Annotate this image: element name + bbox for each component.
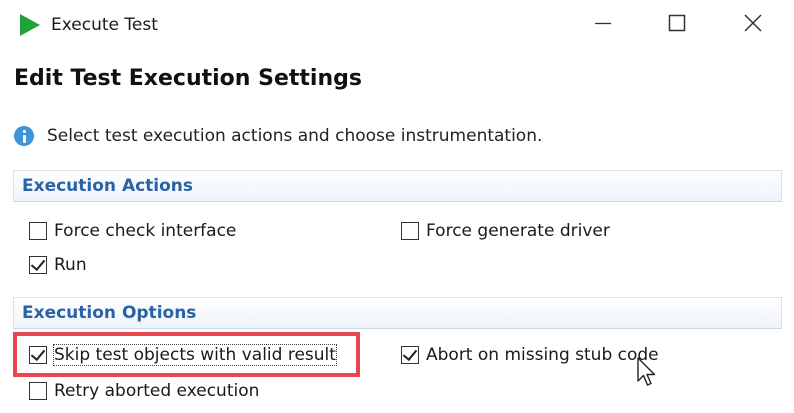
checkbox-label: Force generate driver — [426, 221, 610, 241]
title-bar: Execute Test — [0, 0, 794, 50]
info-text: Select test execution actions and choose… — [47, 126, 543, 146]
force-check-interface-option[interactable]: Force check interface — [29, 219, 236, 243]
maximize-icon — [668, 14, 686, 36]
force-generate-driver-option[interactable]: Force generate driver — [401, 219, 610, 243]
checkbox-label: Abort on missing stub code — [426, 345, 659, 365]
force-generate-driver-checkbox[interactable] — [401, 222, 419, 240]
run-checkbox[interactable] — [29, 256, 47, 274]
section-header-execution-actions[interactable]: Execution Actions — [13, 170, 782, 202]
info-icon — [14, 126, 34, 146]
checkbox-label: Force check interface — [54, 221, 237, 241]
run-option[interactable]: Run — [29, 253, 87, 277]
play-icon — [19, 13, 41, 41]
highlight-annotation — [13, 332, 360, 377]
section-header-execution-options[interactable]: Execution Options — [13, 297, 782, 329]
maximize-button[interactable] — [644, 0, 710, 50]
checkbox-label: Retry aborted execution — [54, 381, 260, 401]
mouse-pointer-icon — [636, 357, 658, 393]
close-icon — [744, 14, 762, 36]
retry-aborted-option[interactable]: Retry aborted execution — [29, 379, 259, 403]
info-message: Select test execution actions and choose… — [14, 124, 542, 148]
checkbox-label: Run — [54, 255, 87, 275]
window-title: Execute Test — [51, 15, 158, 35]
page-title: Edit Test Execution Settings — [14, 66, 362, 91]
abort-missing-stub-option[interactable]: Abort on missing stub code — [401, 343, 659, 367]
close-button[interactable] — [720, 0, 786, 50]
minimize-button[interactable] — [570, 0, 636, 50]
force-check-interface-checkbox[interactable] — [29, 222, 47, 240]
abort-missing-stub-checkbox[interactable] — [401, 346, 419, 364]
retry-aborted-checkbox[interactable] — [29, 382, 47, 400]
section-title: Execution Actions — [22, 176, 194, 196]
section-title: Execution Options — [22, 303, 197, 323]
minimize-icon — [594, 14, 612, 36]
